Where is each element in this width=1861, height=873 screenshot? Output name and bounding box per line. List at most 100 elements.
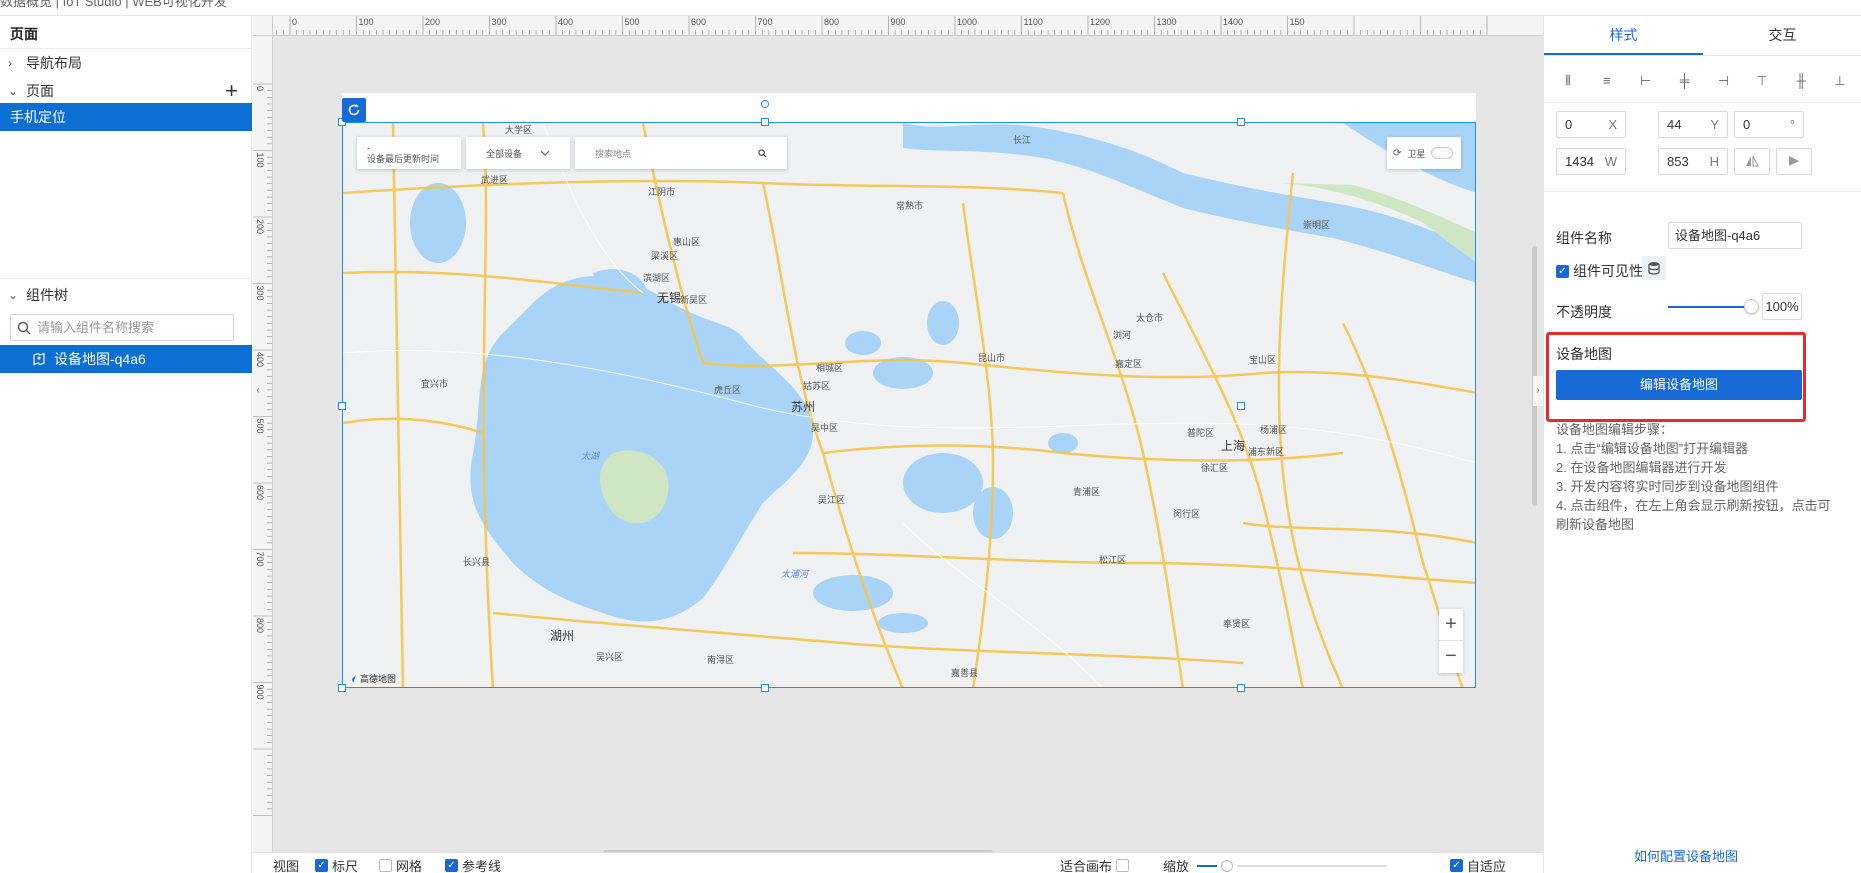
auto-fit-checkbox[interactable]: ✓ [1450,859,1463,872]
opacity-slider-thumb[interactable] [1744,299,1759,314]
refresh-icon [348,104,360,116]
map-label: 长兴县 [463,557,491,567]
grid-checkbox[interactable] [379,859,392,872]
opacity-slider-track[interactable] [1668,306,1752,308]
map-label: 普陀区 [1187,428,1215,438]
visibility-checkbox[interactable]: ✓ [1556,264,1569,278]
auto-fit-toggle[interactable]: ✓ 自适应 [1450,856,1506,873]
resize-handle[interactable] [761,684,769,692]
y-input[interactable]: 44 Y [1658,111,1728,138]
ruler-label: 150 [1290,17,1305,27]
resize-handle[interactable] [338,402,346,410]
opacity-value[interactable]: 100% [1762,293,1802,320]
device-map-component[interactable]: 大学区 武进区 江阴市 惠山区 梁溪区 滨湖区 无锡 新吴区 常熟市 长江 崇明… [342,122,1476,688]
pages-row[interactable]: ⌄ 页面 + [0,76,252,106]
ruler-label: 700 [255,552,265,567]
align-bottom-icon[interactable]: ⊥ [1828,70,1852,92]
align-top-icon[interactable]: ⊤ [1750,70,1774,92]
component-name-input[interactable]: 设备地图-q4a6 [1668,222,1802,249]
add-page-icon[interactable]: + [225,80,238,102]
flip-horizontal-button[interactable] [1734,148,1770,175]
component-name-label: 组件名称 [1556,230,1612,246]
editor-canvas[interactable]: 0001002003004005006007008009001000110012… [253,16,1543,873]
distribute-horizontal-icon[interactable]: ⫴ [1556,70,1580,92]
map-label: 嘉定区 [1115,359,1143,369]
map-label: 崇明区 [1303,220,1331,230]
nav-layout-row[interactable]: › 导航布局 [0,48,252,78]
ruler-checkbox[interactable]: ✓ [315,859,328,872]
fit-canvas-item[interactable]: 适合画布 [1060,856,1130,873]
ruler-corner [253,16,273,36]
search-icon[interactable] [758,148,767,158]
fit-canvas-icon[interactable] [1116,859,1130,872]
map-label: 宜兴市 [421,379,449,389]
guides-checkbox[interactable]: ✓ [445,859,458,872]
distribute-vertical-icon[interactable]: ≡ [1595,70,1619,92]
map-lake-taihu: 太湖 [581,451,600,461]
satellite-toggle[interactable] [1431,147,1454,159]
device-filter-select[interactable]: 全部设备 [466,137,570,169]
height-input[interactable]: 853 H [1658,148,1728,175]
visibility-row[interactable]: ✓ 组件可见性 [1556,261,1643,281]
page-item-selected[interactable]: 手机定位 [0,103,252,131]
ruler-label: 0 [292,17,297,27]
rotation-unit: ° [1789,117,1795,132]
ruler-toggle[interactable]: ✓ 标尺 [315,856,358,873]
resize-handle[interactable] [338,684,346,692]
collapse-left-panel[interactable]: ‹ [253,376,263,406]
map-label: 长江 [1013,135,1032,145]
locate-icon[interactable]: ⟳ [1393,148,1401,159]
ruler-label: 1300 [1157,17,1177,27]
rotation-value: 0 [1743,117,1751,132]
map-label: 相城区 [816,363,844,373]
map-label: 宝山区 [1249,355,1277,365]
ruler-label: 300 [492,17,507,27]
resize-handle[interactable] [1237,402,1245,410]
alignment-toolbar: ⫴ ≡ ⊢ ╪ ⊣ ⊤ ╫ ⊥ [1556,68,1852,94]
rotate-handle[interactable] [761,100,769,108]
align-middle-icon[interactable]: ╫ [1789,70,1813,92]
flip-vertical-button[interactable] [1776,148,1812,175]
x-input[interactable]: 0X [1556,111,1626,138]
database-icon[interactable] [1642,256,1666,280]
tab-style[interactable]: 样式 [1544,16,1703,55]
tree-item-device-map[interactable]: 设备地图-q4a6 [0,345,252,373]
help-config-link[interactable]: 如何配置设备地图 [1634,846,1738,865]
guides-toggle[interactable]: ✓ 参考线 [445,856,501,873]
ruler-label: 1200 [1090,17,1110,27]
align-left-icon[interactable]: ⊢ [1634,70,1658,92]
collapse-right-panel[interactable]: › [1533,376,1543,406]
horizontal-ruler: 0001002003004005006007008009001000110012… [273,16,1543,36]
zoom-slider-thumb[interactable] [1221,859,1234,872]
place-search[interactable]: 搜索地点 [575,137,787,169]
component-tree-row[interactable]: ⌄ 组件树 [0,280,252,310]
ruler-label: 700 [758,17,773,27]
map-label: 浦东新区 [1248,447,1285,457]
zoom-slider-item[interactable]: 缩放 [1163,856,1388,873]
ruler-label: 600 [691,17,706,27]
resize-handle[interactable] [1237,118,1245,126]
ruler-label: 1000 [957,17,977,27]
fit-canvas-label: 适合画布 [1060,859,1113,873]
refresh-component-button[interactable] [342,98,366,122]
component-search[interactable] [10,314,234,341]
x-value: 0 [1565,117,1573,132]
map-label: 昆山市 [978,353,1006,363]
resize-handle[interactable] [761,118,769,126]
map-logo-text: 高德地图 [360,674,397,684]
width-input[interactable]: 1434 W [1556,148,1626,175]
auto-fit-label: 自适应 [1467,859,1507,873]
edit-device-map-button[interactable]: 编辑设备地图 [1556,370,1802,400]
zoom-out-button[interactable]: − [1439,641,1463,673]
align-center-h-icon[interactable]: ╪ [1673,70,1697,92]
align-right-icon[interactable]: ⊣ [1711,70,1735,92]
rotation-input[interactable]: 0 ° [1734,111,1804,138]
grid-toggle[interactable]: 网格 [379,856,422,873]
zoom-in-button[interactable]: + [1439,609,1463,641]
tab-interaction[interactable]: 交互 [1703,16,1861,55]
device-update-time-panel: - 设备最后更新时间 [357,137,461,169]
component-search-input[interactable] [37,320,227,335]
flip-vertical-icon [1789,156,1799,166]
resize-handle[interactable] [1237,684,1245,692]
step-1: 1. 点击“编辑设备地图”打开编辑器 [1556,441,1749,456]
